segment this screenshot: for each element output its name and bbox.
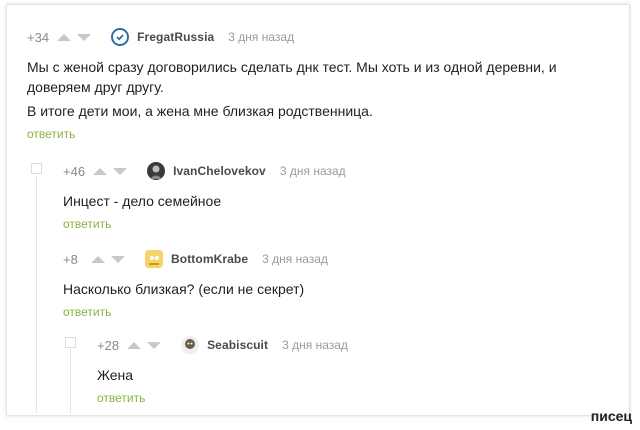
- comment-text: Жена: [97, 367, 134, 383]
- reply-link[interactable]: ответить: [63, 217, 111, 231]
- comment-username[interactable]: Seabiscuit: [207, 338, 268, 352]
- comment: +34 FregatRussia 3 дня назад Мы с женой …: [27, 27, 623, 143]
- avatar[interactable]: [181, 336, 200, 354]
- reply-link[interactable]: ответить: [97, 391, 145, 405]
- downvote-icon[interactable]: [77, 33, 92, 41]
- comment-text-line: Мы с женой сразу договорились сделать дн…: [27, 59, 557, 95]
- upvote-icon[interactable]: [127, 341, 142, 349]
- avatar[interactable]: [147, 162, 166, 180]
- verified-avatar-icon[interactable]: [111, 28, 130, 46]
- comment-time: 3 дня назад: [279, 164, 346, 178]
- comment-header: +46 IvanChelovekov 3 дня назад: [63, 161, 603, 181]
- collapse-thread-button[interactable]: [31, 163, 42, 174]
- comment-text: Инцест - дело семейное: [63, 193, 222, 209]
- comment-text: Насколько близкая? (если не секрет): [63, 281, 305, 297]
- vote-controls: [91, 255, 131, 263]
- downvote-icon[interactable]: [111, 255, 125, 263]
- reply-link[interactable]: ответить: [27, 127, 75, 141]
- comments-panel: +34 FregatRussia 3 дня назад Мы с женой …: [6, 4, 630, 416]
- upvote-icon[interactable]: [57, 33, 72, 41]
- upvote-icon[interactable]: [93, 167, 108, 175]
- comment: +28 Seabiscuit 3 дня назад Жена ответить: [97, 335, 597, 407]
- thread-line: [36, 175, 37, 413]
- comment-rating: +46: [63, 163, 86, 179]
- collapse-thread-button[interactable]: [65, 337, 76, 348]
- comment-time: 3 дня назад: [282, 338, 348, 352]
- downvote-icon[interactable]: [113, 167, 128, 175]
- comment: +46 IvanChelovekov 3 дня назад Инцест - …: [63, 161, 603, 233]
- thread-line: [70, 349, 71, 413]
- comment-username[interactable]: FregatRussia: [137, 30, 214, 44]
- reply-link[interactable]: ответить: [63, 305, 111, 319]
- vote-controls: [57, 33, 97, 41]
- comment-text: Мы с женой сразу договорились сделать дн…: [27, 57, 623, 121]
- comment-username[interactable]: IvanChelovekov: [173, 164, 266, 178]
- comment-time: 3 дня назад: [262, 252, 328, 266]
- downvote-icon[interactable]: [147, 341, 162, 349]
- comment-rating: +8: [63, 251, 78, 267]
- comment-header: +28 Seabiscuit 3 дня назад: [97, 335, 597, 355]
- avatar[interactable]: [145, 250, 163, 268]
- vote-controls: [127, 341, 167, 349]
- watermark: писец: [590, 408, 632, 424]
- comment-header: +8 BottomKrabe 3 дня назад: [63, 249, 603, 269]
- comment-rating: +34: [27, 29, 50, 45]
- comment-rating: +28: [97, 337, 120, 353]
- comment-username[interactable]: BottomKrabe: [171, 252, 248, 266]
- comment-header: +34 FregatRussia 3 дня назад: [27, 27, 623, 47]
- comment-time: 3 дня назад: [228, 30, 295, 44]
- comment-text-line: В итоге дети мои, а жена мне близкая род…: [27, 103, 373, 119]
- upvote-icon[interactable]: [91, 255, 105, 263]
- comment: +8 BottomKrabe 3 дня назад Насколько бли…: [63, 249, 603, 321]
- vote-controls: [93, 167, 133, 175]
